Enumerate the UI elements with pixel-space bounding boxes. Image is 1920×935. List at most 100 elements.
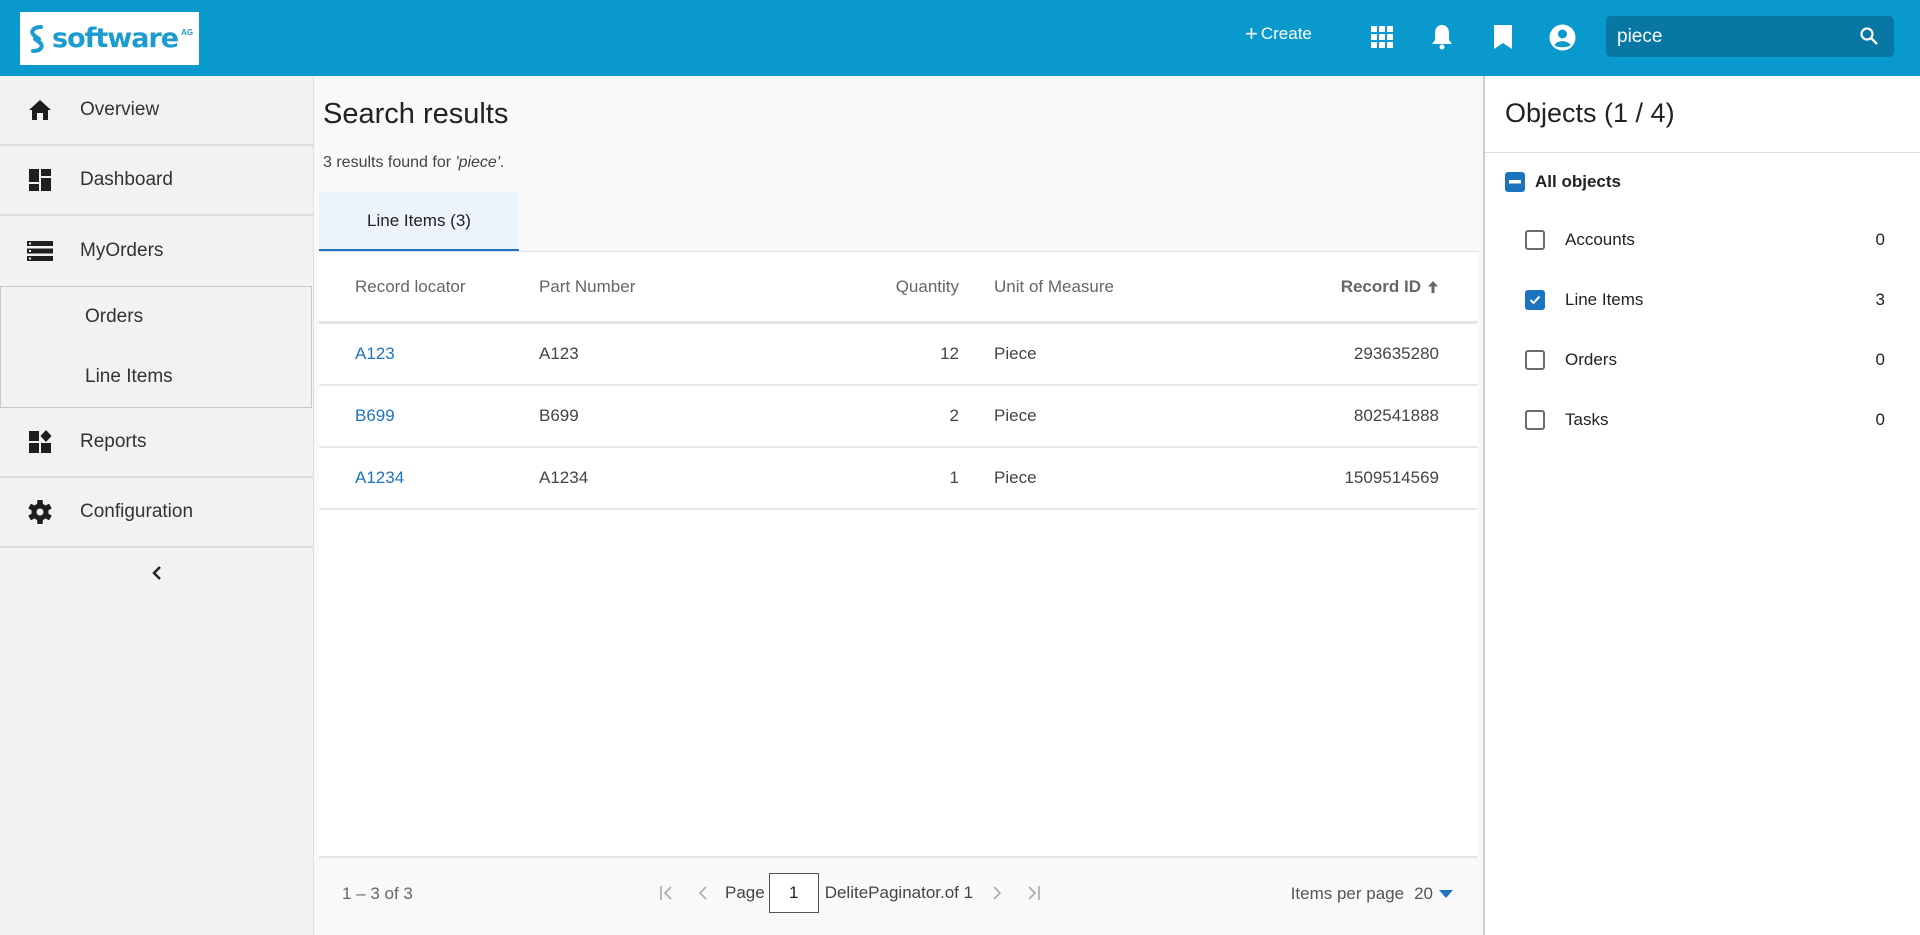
quantity-cell: 2 (949, 406, 959, 425)
record-locator-link[interactable]: B699 (355, 406, 395, 425)
record-locator-link[interactable]: A1234 (355, 468, 404, 487)
apps-grid-icon (1371, 26, 1393, 48)
create-label: Create (1260, 24, 1312, 43)
object-count: 0 (1875, 410, 1885, 429)
create-button[interactable]: + Create (1245, 21, 1312, 46)
results-suffix: . (499, 154, 505, 171)
object-filter-tasks[interactable]: Tasks 0 (1525, 410, 1885, 430)
objects-filter-panel: Objects (1 / 4) All objects Accounts 0 L… (1483, 76, 1920, 935)
myorders-submenu: Orders Line Items (0, 286, 312, 408)
part-number-cell: B699 (539, 406, 579, 425)
sidebar-subitem-line-items[interactable]: Line Items (1, 347, 311, 407)
objects-panel-title: Objects (1 / 4) (1505, 98, 1675, 128)
sidebar-item-label: Configuration (80, 501, 194, 522)
items-per-page: Items per page 20 (1291, 884, 1453, 904)
home-icon (26, 96, 54, 124)
header-record-locator[interactable]: Record locator (319, 277, 539, 297)
checkbox-unchecked-icon (1525, 230, 1545, 250)
previous-page-button[interactable] (685, 875, 721, 911)
record-id-cell: 802541888 (1353, 406, 1439, 425)
items-per-page-select[interactable]: 20 (1414, 884, 1453, 904)
indeterminate-checkbox-icon (1505, 172, 1525, 192)
page-navigation: Page DelitePaginator.of 1 (649, 872, 1051, 914)
account-circle-icon (1549, 24, 1575, 50)
object-filter-accounts[interactable]: Accounts 0 (1525, 230, 1885, 250)
header-part-number[interactable]: Part Number (539, 277, 759, 297)
plus-icon: + (1245, 21, 1258, 46)
sidebar-item-myorders[interactable]: MyOrders (0, 216, 313, 286)
next-page-button[interactable] (979, 875, 1015, 911)
unit-cell: Piece (994, 468, 1037, 487)
results-table: Record locator Part Number Quantity Unit… (319, 252, 1477, 856)
search-input[interactable] (1617, 25, 1847, 48)
tab-line-items[interactable]: Line Items (3) (319, 192, 519, 252)
sidebar-item-overview[interactable]: Overview (0, 76, 313, 146)
header-record-id-label: Record ID (1340, 276, 1421, 296)
record-locator-link[interactable]: A123 (355, 344, 395, 363)
results-prefix: 3 results found for (323, 154, 456, 171)
notifications-button[interactable] (1427, 22, 1457, 52)
sidebar-item-label: Overview (80, 99, 160, 120)
sidebar: Overview Dashboard MyOrders Orders Line … (0, 76, 314, 935)
page-range: 1 – 3 of 3 (342, 884, 413, 903)
sidebar-item-label: Dashboard (80, 169, 173, 190)
part-number-cell: A1234 (539, 468, 589, 487)
page-title: Search results (323, 98, 509, 130)
caret-down-icon (1439, 890, 1453, 898)
search-box (1606, 16, 1894, 57)
logo[interactable]: software AG (20, 12, 199, 65)
logo-suffix: AG (181, 28, 194, 37)
sidebar-subitem-orders[interactable]: Orders (1, 287, 311, 347)
logo-text: software (52, 23, 179, 54)
table-row: A123 A123 12 Piece 293635280 (319, 324, 1477, 386)
account-button[interactable] (1547, 22, 1577, 52)
table-row: A1234 A1234 1 Piece 1509514569 (319, 448, 1477, 510)
bell-icon (1432, 25, 1452, 50)
object-label: Line Items (1565, 290, 1644, 309)
first-page-icon (660, 886, 672, 900)
header-quantity[interactable]: Quantity (759, 277, 959, 297)
record-id-cell: 1509514569 (1344, 468, 1439, 487)
page-number-input[interactable] (768, 873, 819, 913)
object-filter-orders[interactable]: Orders 0 (1525, 350, 1885, 370)
chevron-right-icon (993, 886, 1002, 900)
apps-button[interactable] (1367, 22, 1397, 52)
page-of-label: DelitePaginator.of 1 (824, 883, 974, 902)
header-unit-of-measure[interactable]: Unit of Measure (959, 277, 1179, 297)
header-record-id[interactable]: Record ID (1179, 277, 1439, 297)
unit-cell: Piece (994, 344, 1037, 363)
part-number-cell: A123 (539, 344, 579, 363)
sidebar-item-configuration[interactable]: Configuration (0, 478, 313, 548)
results-summary: 3 results found for 'piece'. (323, 154, 504, 172)
object-count: 3 (1875, 290, 1885, 309)
object-label: Orders (1565, 350, 1617, 369)
object-label: Accounts (1565, 230, 1635, 249)
widgets-icon (26, 428, 54, 456)
collapse-sidebar-button[interactable] (0, 548, 313, 598)
gear-icon (26, 498, 54, 526)
paginator: 1 – 3 of 3 Page DelitePaginator.of 1 Ite… (319, 856, 1477, 935)
top-bar: software AG + Create (0, 0, 1920, 76)
all-objects-checkbox[interactable]: All objects (1505, 172, 1621, 192)
page-label: Page (725, 883, 765, 902)
bookmark-icon (1494, 25, 1512, 49)
sidebar-item-label: MyOrders (80, 240, 164, 261)
items-per-page-value: 20 (1414, 884, 1433, 903)
object-count: 0 (1875, 350, 1885, 369)
bookmarks-button[interactable] (1488, 22, 1518, 52)
first-page-button[interactable] (649, 875, 685, 911)
search-icon[interactable] (1860, 27, 1878, 45)
dashboard-icon (26, 166, 54, 194)
sidebar-item-dashboard[interactable]: Dashboard (0, 146, 313, 216)
last-page-button[interactable] (1015, 875, 1051, 911)
last-page-icon (1028, 886, 1040, 900)
object-filter-line-items[interactable]: Line Items 3 (1525, 290, 1885, 310)
record-id-cell: 293635280 (1353, 344, 1439, 363)
sidebar-item-label: Reports (80, 431, 147, 452)
unit-cell: Piece (994, 406, 1037, 425)
object-label: Tasks (1565, 410, 1609, 429)
object-count: 0 (1875, 230, 1885, 249)
checkbox-checked-icon (1525, 290, 1545, 310)
sidebar-item-reports[interactable]: Reports (0, 408, 313, 478)
checkbox-unchecked-icon (1525, 410, 1545, 430)
